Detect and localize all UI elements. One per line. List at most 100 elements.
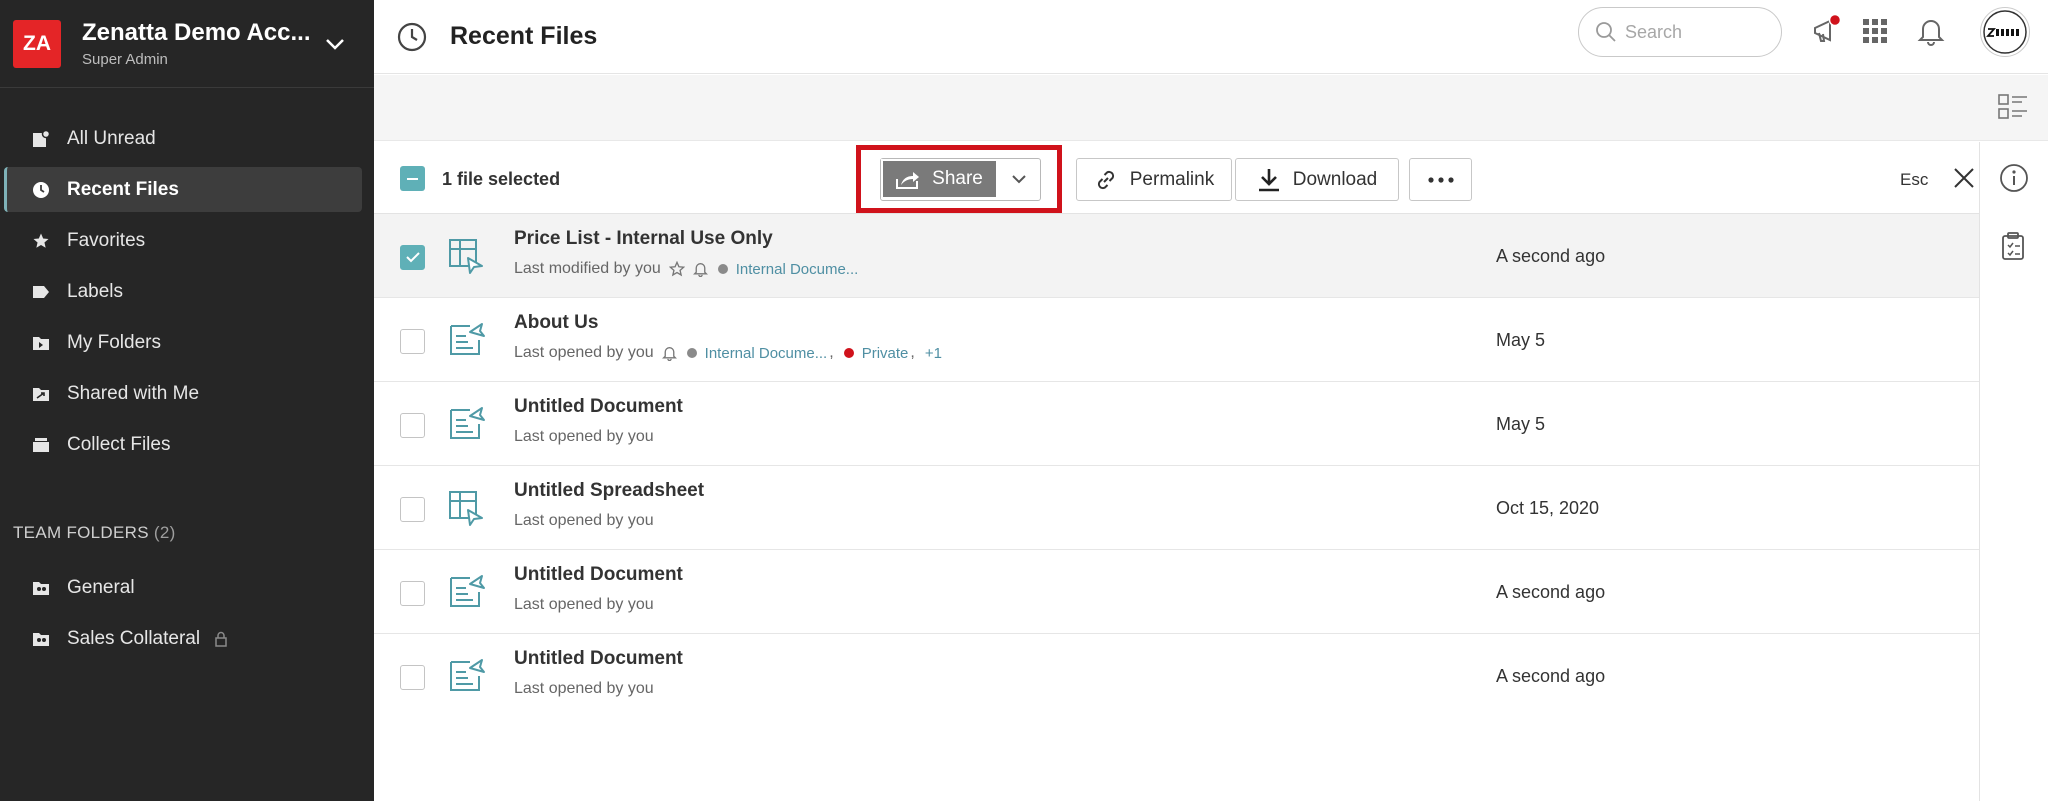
- file-date: May 5: [1496, 330, 1546, 350]
- star-icon: [31, 231, 51, 251]
- clock-icon: [31, 180, 51, 200]
- file-name[interactable]: Price List - Internal Use Only: [514, 228, 773, 250]
- team-folders-label: TEAM FOLDERS: [13, 523, 149, 542]
- share-label: Share: [932, 168, 983, 189]
- sidebar-item-label: Shared with Me: [67, 382, 200, 404]
- select-all-checkbox[interactable]: [400, 166, 425, 191]
- clock-icon: [396, 21, 428, 53]
- bell-outline-icon[interactable]: [661, 345, 677, 361]
- sidebar-item-shared-with-me[interactable]: Shared with Me: [4, 371, 362, 416]
- bell-outline-icon[interactable]: [692, 261, 708, 277]
- account-info: Zenatta Demo Acc... Super Admin: [82, 19, 318, 68]
- spreadsheet-file-icon: [446, 488, 486, 528]
- file-name[interactable]: Untitled Document: [514, 396, 683, 418]
- link-icon: [1094, 168, 1118, 192]
- info-icon[interactable]: [1998, 162, 2030, 194]
- document-file-icon: [446, 320, 486, 360]
- sidebar-item-all-unread[interactable]: All Unread: [4, 116, 362, 161]
- label-icon: [31, 282, 51, 302]
- search-input[interactable]: [1625, 21, 1765, 43]
- table-row[interactable]: Untitled Spreadsheet Last opened by you …: [374, 466, 1979, 550]
- permalink-label: Permalink: [1129, 168, 1215, 190]
- file-meta-text: Last opened by you: [514, 428, 654, 445]
- file-date: May 5: [1496, 414, 1546, 434]
- file-meta: Last opened by you Internal Docume... , …: [514, 344, 942, 362]
- team-folder-icon: [31, 578, 51, 598]
- row-checkbox[interactable]: [400, 245, 425, 270]
- sidebar-item-recent-files[interactable]: Recent Files: [4, 167, 362, 212]
- table-row[interactable]: Untitled Document Last opened by you A s…: [374, 550, 1979, 634]
- row-checkbox[interactable]: [400, 581, 425, 606]
- selection-actionbar: 1 file selected Share Permalink Download: [374, 142, 1980, 214]
- sidebar-item-label: Favorites: [67, 229, 146, 251]
- download-icon: [1257, 167, 1281, 193]
- share-button[interactable]: Share: [881, 159, 998, 199]
- sidebar-nav: All Unread Recent Files Favorites Labels…: [0, 88, 374, 467]
- download-button[interactable]: Download: [1235, 158, 1399, 201]
- folder-icon: [31, 333, 51, 353]
- chevron-down-icon[interactable]: [318, 27, 352, 61]
- close-icon[interactable]: [1952, 166, 1978, 192]
- sidebar-item-general[interactable]: General: [4, 565, 362, 610]
- more-tags[interactable]: +1: [925, 345, 942, 362]
- file-date: A second ago: [1496, 582, 1606, 602]
- view-toolbar: [374, 75, 2048, 141]
- sidebar: ZA Zenatta Demo Acc... Super Admin All U…: [0, 0, 374, 801]
- announcement-icon[interactable]: [1810, 14, 1844, 48]
- search-box[interactable]: [1578, 7, 1782, 57]
- file-date: A second ago: [1496, 666, 1606, 686]
- star-outline-icon[interactable]: [668, 261, 685, 277]
- row-checkbox[interactable]: [400, 665, 425, 690]
- tag-color-dot: [717, 264, 728, 274]
- tag-label: Private: [861, 344, 909, 362]
- row-checkbox[interactable]: [400, 329, 425, 354]
- all-unread-icon: [31, 129, 51, 149]
- share-button-group: Share: [880, 158, 1041, 201]
- more-actions-button[interactable]: [1409, 158, 1472, 201]
- sidebar-item-favorites[interactable]: Favorites: [4, 218, 362, 263]
- table-row[interactable]: About Us Last opened by you Internal Doc…: [374, 298, 1979, 382]
- label-tag[interactable]: Private: [843, 344, 909, 362]
- sidebar-item-label: General: [67, 576, 135, 598]
- team-folder-icon: [31, 629, 51, 649]
- row-checkbox[interactable]: [400, 413, 425, 438]
- chevron-down-icon: [1012, 175, 1026, 184]
- file-name[interactable]: Untitled Spreadsheet: [514, 480, 704, 502]
- tag-label: Internal Docume...: [704, 344, 828, 362]
- bell-icon[interactable]: [1914, 14, 1948, 48]
- file-name[interactable]: Untitled Document: [514, 648, 683, 670]
- shared-folder-icon: [31, 384, 51, 404]
- tag-color-dot: [843, 348, 854, 358]
- document-file-icon: [446, 404, 486, 444]
- sidebar-item-label: My Folders: [67, 331, 161, 353]
- file-meta-text: Last opened by you: [514, 344, 654, 361]
- file-name[interactable]: About Us: [514, 312, 598, 334]
- row-checkbox[interactable]: [400, 497, 425, 522]
- user-avatar[interactable]: [1980, 7, 2030, 57]
- file-meta-text: Last modified by you: [514, 260, 661, 277]
- label-tag[interactable]: Internal Docume...: [717, 261, 858, 278]
- apps-grid-icon[interactable]: [1858, 14, 1892, 48]
- file-meta: Last opened by you: [514, 596, 654, 614]
- tag-color-dot: [686, 348, 697, 358]
- download-label: Download: [1292, 168, 1378, 190]
- document-file-icon: [446, 572, 486, 612]
- share-dropdown-toggle[interactable]: [998, 159, 1040, 200]
- sidebar-item-collect-files[interactable]: Collect Files: [4, 422, 362, 467]
- activity-log-icon[interactable]: [1998, 230, 2030, 262]
- table-row[interactable]: Untitled Document Last opened by you May…: [374, 382, 1979, 466]
- collect-files-icon: [31, 435, 51, 455]
- top-header: Recent Files: [374, 0, 2048, 74]
- sidebar-item-sales-collateral[interactable]: Sales Collateral: [4, 616, 362, 661]
- permalink-button[interactable]: Permalink: [1076, 158, 1232, 201]
- sidebar-item-labels[interactable]: Labels: [4, 269, 362, 314]
- label-tag[interactable]: Internal Docume...: [686, 344, 828, 362]
- file-name[interactable]: Untitled Document: [514, 564, 683, 586]
- table-row[interactable]: Price List - Internal Use Only Last modi…: [374, 214, 1979, 298]
- sidebar-item-my-folders[interactable]: My Folders: [4, 320, 362, 365]
- list-view-icon[interactable]: [1998, 93, 2030, 125]
- account-switcher[interactable]: ZA Zenatta Demo Acc... Super Admin: [0, 0, 374, 88]
- account-avatar: ZA: [13, 19, 61, 68]
- file-meta: Last opened by you: [514, 512, 654, 530]
- table-row[interactable]: Untitled Document Last opened by you A s…: [374, 634, 1979, 718]
